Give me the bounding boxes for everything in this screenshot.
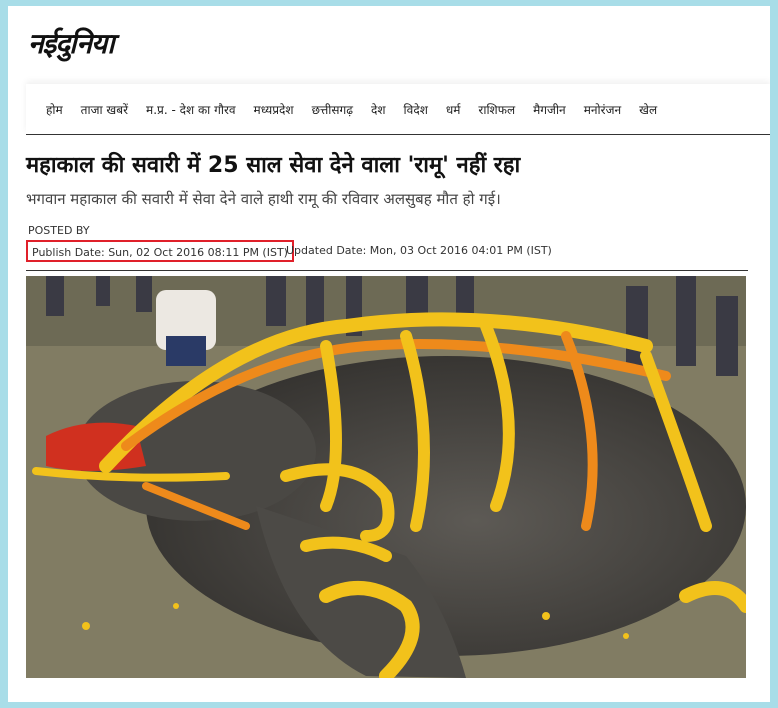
article-photo xyxy=(26,276,746,678)
nav-item-videsh[interactable]: विदेश xyxy=(395,101,437,118)
article-headline: महाकाल की सवारी में 25 साल सेवा देने वाल… xyxy=(26,153,521,178)
article-dates: Publish Date: Sun, 02 Oct 2016 08:11 PM … xyxy=(26,240,748,271)
nav-item-desh[interactable]: देश xyxy=(362,101,395,118)
page-frame: नईदुनिया होम ताजा खबरें म.प्र. - देश का … xyxy=(8,6,770,702)
posted-by-label: POSTED BY xyxy=(28,224,90,237)
main-nav: होम ताजा खबरें म.प्र. - देश का गौरव मध्य… xyxy=(26,84,770,135)
nav-item-home[interactable]: होम xyxy=(26,101,72,118)
publish-date-highlighted: Publish Date: Sun, 02 Oct 2016 08:11 PM … xyxy=(26,240,294,262)
nav-item-rashifal[interactable]: राशिफल xyxy=(469,101,524,118)
updated-date: Updated Date: Mon, 03 Oct 2016 04:01 PM … xyxy=(286,244,552,257)
elephant-photo-illustration xyxy=(26,276,746,678)
nav-item-entertainment[interactable]: मनोरंजन xyxy=(575,101,630,118)
article-subhead: भगवान महाकाल की सवारी में सेवा देने वाले… xyxy=(26,190,501,208)
nav-item-chhattisgarh[interactable]: छत्तीसगढ़ xyxy=(303,101,362,118)
nav-item-mp-pride[interactable]: म.प्र. - देश का गौरव xyxy=(137,101,245,118)
site-logo[interactable]: नईदुनिया xyxy=(28,24,114,62)
nav-item-dharm[interactable]: धर्म xyxy=(437,101,470,118)
nav-item-latest[interactable]: ताजा खबरें xyxy=(72,101,137,118)
nav-item-sports[interactable]: खेल xyxy=(630,101,666,118)
nav-item-madhyapradesh[interactable]: मध्यप्रदेश xyxy=(245,101,303,118)
nav-item-magazine[interactable]: मैगजीन xyxy=(524,101,575,118)
